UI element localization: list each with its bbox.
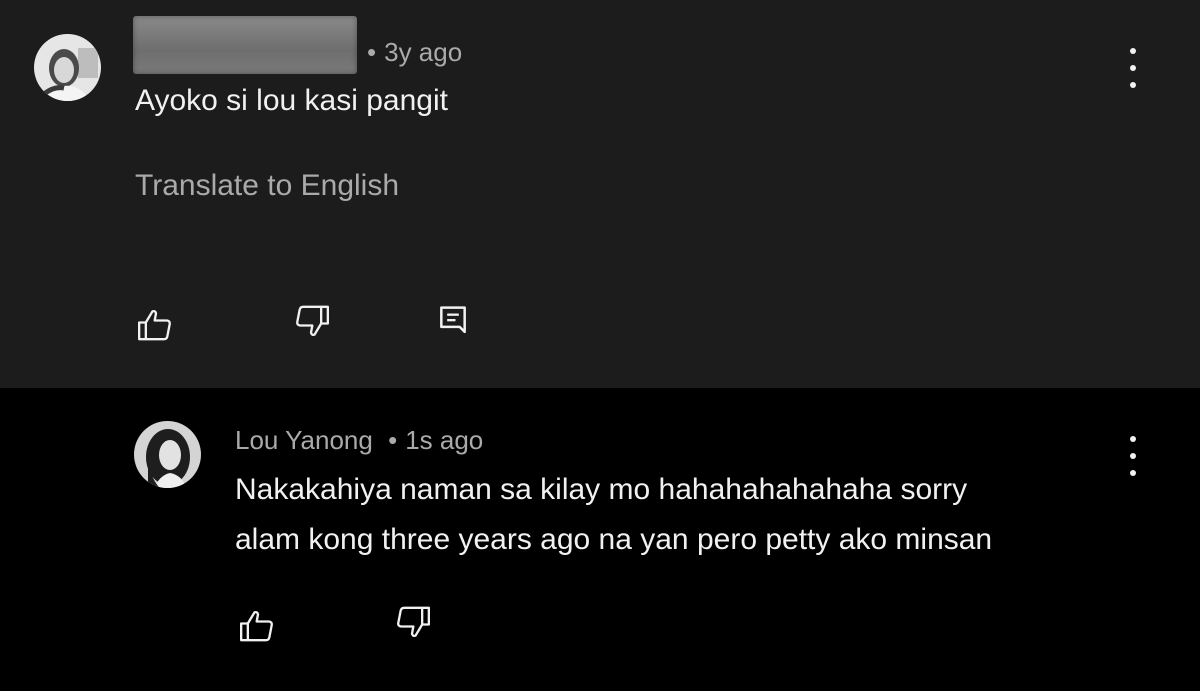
top-comment-timestamp: 3y ago (384, 37, 463, 67)
more-vertical-icon (1130, 48, 1136, 54)
reply-comment-icon (440, 306, 466, 334)
reply-timestamp: 1s ago (405, 425, 484, 455)
top-comment-avatar[interactable] (34, 34, 101, 101)
top-comment-menu-button[interactable] (1123, 48, 1143, 88)
reply-avatar[interactable] (134, 421, 201, 488)
avatar-photo-icon (134, 421, 201, 488)
thumbs-up-icon (138, 309, 171, 341)
thumbs-down-icon (296, 305, 329, 337)
top-comment: • 3y ago Ayoko si lou kasi pangit Transla… (0, 0, 1200, 388)
reply-like-button[interactable] (232, 601, 282, 651)
reply-author-name[interactable]: Lou Yanong (235, 425, 373, 455)
avatar-photo-icon (34, 34, 101, 101)
reply-menu-button[interactable] (1123, 436, 1143, 476)
top-comment-meta: • 3y ago (367, 37, 462, 67)
reply-comment: Lou Yanong • 1s ago Nakakahiya naman sa k… (0, 388, 1200, 691)
top-comment-text: Ayoko si lou kasi pangit (135, 84, 448, 117)
reply-text-line-1: Nakakahiya naman sa kilay mo hahahahahah… (235, 473, 968, 506)
more-vertical-icon (1130, 436, 1136, 442)
translate-button[interactable]: Translate to English (135, 168, 399, 204)
thumbs-down-icon (397, 606, 430, 638)
top-reply-button[interactable] (428, 296, 478, 346)
reply-meta: Lou Yanong • 1s ago (235, 425, 483, 455)
reply-dislike-button[interactable] (388, 597, 438, 647)
top-like-button[interactable] (130, 300, 180, 350)
meta-separator: • (388, 425, 398, 455)
comments-screen: • 3y ago Ayoko si lou kasi pangit Transla… (0, 0, 1200, 691)
reply-text-line-2: alam kong three years ago na yan pero pe… (235, 523, 993, 556)
thumbs-up-icon (240, 610, 273, 642)
redacted-author-name (133, 16, 357, 74)
meta-separator: • (367, 37, 377, 67)
top-dislike-button[interactable] (287, 296, 337, 346)
